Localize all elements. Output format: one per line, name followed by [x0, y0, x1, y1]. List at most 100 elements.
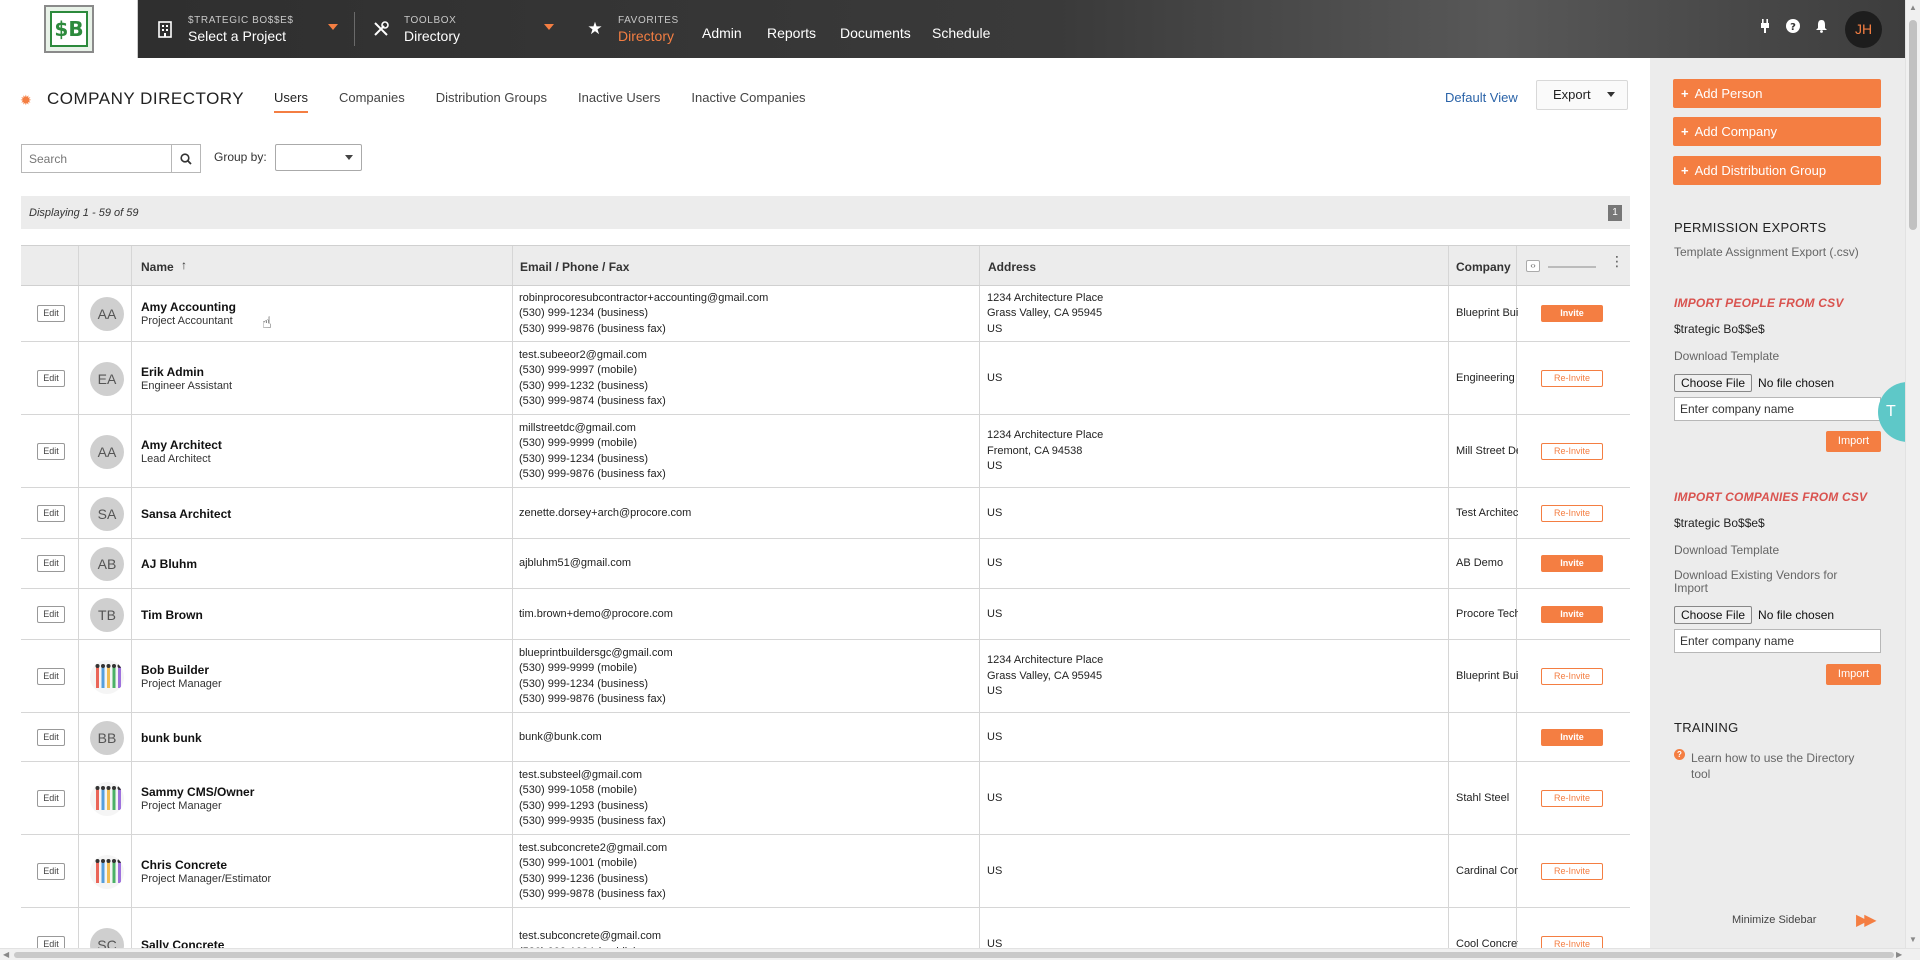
email-text[interactable]: blueprintbuildersgc@gmail.com: [519, 646, 673, 662]
download-template-link[interactable]: Download Template: [1674, 349, 1779, 363]
user-avatar[interactable]: JH: [1845, 11, 1882, 48]
email-text[interactable]: test.subconcrete@gmail.com: [519, 929, 661, 945]
edit-button[interactable]: Edit: [37, 667, 65, 685]
nav-admin[interactable]: Admin: [702, 25, 742, 41]
resize-arrows-icon[interactable]: ‹›: [1526, 260, 1540, 272]
edit-button[interactable]: Edit: [37, 555, 65, 572]
scroll-left-arrow-icon[interactable]: ◀: [3, 950, 9, 959]
page-number[interactable]: 1: [1608, 205, 1622, 221]
help-icon[interactable]: ?: [1784, 19, 1802, 37]
add-person-button[interactable]: + Add Person: [1673, 79, 1881, 108]
toolbox-dropdown-caret-icon[interactable]: [544, 24, 554, 30]
edit-button[interactable]: Edit: [37, 935, 65, 948]
nav-documents[interactable]: Documents: [840, 25, 911, 41]
tab-inactive-users[interactable]: Inactive Users: [578, 90, 660, 113]
export-button[interactable]: Export: [1536, 80, 1628, 110]
edit-button[interactable]: Edit: [37, 442, 65, 460]
person-name[interactable]: Tim Brown: [141, 608, 203, 622]
company-name[interactable]: Mill Street Design: [1456, 445, 1518, 457]
person-name[interactable]: Bob Builder: [141, 663, 222, 677]
tab-inactive-companies[interactable]: Inactive Companies: [691, 90, 805, 113]
person-name[interactable]: AJ Bluhm: [141, 557, 197, 571]
favorites-menu[interactable]: ★ FAVORITES Directory: [584, 0, 679, 58]
edit-button[interactable]: Edit: [37, 369, 65, 387]
person-name[interactable]: Chris Concrete: [141, 858, 271, 872]
vertical-scroll-thumb[interactable]: [1909, 20, 1917, 230]
company-name[interactable]: Blueprint Builders: [1456, 670, 1518, 682]
search-input[interactable]: [21, 144, 172, 173]
email-text[interactable]: millstreetdc@gmail.com: [519, 421, 666, 437]
company-name[interactable]: Cardinal Concrete: [1456, 865, 1518, 877]
scroll-up-arrow-icon[interactable]: ▲: [1909, 3, 1917, 12]
gear-icon[interactable]: ✹: [20, 92, 32, 109]
help-widget-bubble[interactable]: T: [1878, 382, 1905, 442]
default-view-link[interactable]: Default View: [1445, 90, 1518, 105]
person-name[interactable]: Sammy CMS/Owner: [141, 785, 254, 799]
company-name-input-2[interactable]: [1674, 629, 1881, 653]
plug-icon[interactable]: [1756, 19, 1774, 37]
edit-button[interactable]: Edit: [37, 728, 65, 746]
email-text[interactable]: tim.brown+demo@procore.com: [519, 607, 673, 623]
re-invite-button[interactable]: Re-Invite: [1541, 504, 1603, 522]
search-button[interactable]: [171, 144, 201, 173]
invite-button[interactable]: Invite: [1541, 555, 1603, 572]
bell-icon[interactable]: [1812, 19, 1830, 37]
vertical-scrollbar[interactable]: ▲ ▼: [1905, 0, 1920, 948]
re-invite-button[interactable]: Re-Invite: [1541, 369, 1603, 387]
scroll-down-arrow-icon[interactable]: ▼: [1909, 935, 1917, 944]
company-name[interactable]: Cool Concrete: [1456, 938, 1518, 949]
person-name[interactable]: Amy Architect: [141, 438, 222, 452]
choose-file-button[interactable]: Choose File: [1674, 374, 1753, 392]
company-name[interactable]: Blueprint Builders: [1456, 307, 1518, 319]
header-address-col[interactable]: Address: [980, 246, 1449, 285]
group-by-select[interactable]: [275, 144, 362, 171]
import-companies-button[interactable]: Import: [1826, 664, 1881, 685]
toolbox-selector[interactable]: TOOLBOX Directory: [370, 0, 460, 58]
header-name-col[interactable]: Name ↑: [132, 246, 513, 285]
training-link[interactable]: Learn how to use the Directory tool: [1691, 750, 1871, 782]
download-template-link-2[interactable]: Download Template: [1674, 543, 1779, 557]
email-text[interactable]: test.subconcrete2@gmail.com: [519, 841, 667, 857]
template-export-link[interactable]: Template Assignment Export (.csv): [1674, 245, 1859, 259]
minimize-sidebar-link[interactable]: Minimize Sidebar: [1732, 914, 1816, 926]
edit-button[interactable]: Edit: [37, 504, 65, 522]
nav-schedule[interactable]: Schedule: [932, 25, 990, 41]
tab-companies[interactable]: Companies: [339, 90, 405, 113]
horizontal-scrollbar[interactable]: ◀ ▶: [0, 948, 1920, 960]
email-text[interactable]: robinprocoresubcontractor+accounting@gma…: [519, 291, 768, 307]
horizontal-scroll-thumb[interactable]: [14, 952, 1894, 958]
person-name[interactable]: Sansa Architect: [141, 507, 231, 521]
company-name-input[interactable]: [1674, 397, 1881, 421]
re-invite-button[interactable]: Re-Invite: [1541, 862, 1603, 880]
email-text[interactable]: zenette.dorsey+arch@procore.com: [519, 506, 691, 522]
company-name[interactable]: Procore Technologies: [1456, 608, 1518, 620]
person-name[interactable]: Sally Concrete: [141, 938, 224, 949]
person-name[interactable]: Erik Admin: [141, 365, 232, 379]
more-options-icon[interactable]: ⋮: [1610, 254, 1624, 268]
invite-button[interactable]: Invite: [1541, 728, 1603, 746]
edit-button[interactable]: Edit: [37, 605, 65, 623]
invite-button[interactable]: Invite: [1541, 605, 1603, 623]
choose-file-button-2[interactable]: Choose File: [1674, 606, 1753, 624]
company-name[interactable]: Test Architects: [1456, 507, 1518, 519]
add-distribution-group-button[interactable]: + Add Distribution Group: [1673, 156, 1881, 185]
tab-distribution-groups[interactable]: Distribution Groups: [436, 90, 547, 113]
email-text[interactable]: test.subeeor2@gmail.com: [519, 348, 666, 364]
email-text[interactable]: ajbluhm51@gmail.com: [519, 556, 631, 572]
email-text[interactable]: test.substeel@gmail.com: [519, 768, 666, 784]
re-invite-button[interactable]: Re-Invite: [1541, 442, 1603, 460]
re-invite-button[interactable]: Re-Invite: [1541, 789, 1603, 807]
invite-button[interactable]: Invite: [1541, 305, 1603, 322]
person-name[interactable]: Amy Accounting: [141, 300, 236, 314]
edit-button[interactable]: Edit: [37, 789, 65, 807]
tab-users[interactable]: Users: [274, 90, 308, 113]
company-logo[interactable]: $B: [44, 5, 94, 53]
nav-reports[interactable]: Reports: [767, 25, 816, 41]
edit-button[interactable]: Edit: [37, 862, 65, 880]
person-name[interactable]: bunk bunk: [141, 731, 202, 745]
add-company-button[interactable]: + Add Company: [1673, 117, 1881, 146]
company-name[interactable]: Engineering: [1456, 372, 1518, 384]
edit-button[interactable]: Edit: [37, 305, 65, 322]
email-text[interactable]: bunk@bunk.com: [519, 730, 602, 746]
header-company-col[interactable]: Company: [1449, 246, 1517, 285]
